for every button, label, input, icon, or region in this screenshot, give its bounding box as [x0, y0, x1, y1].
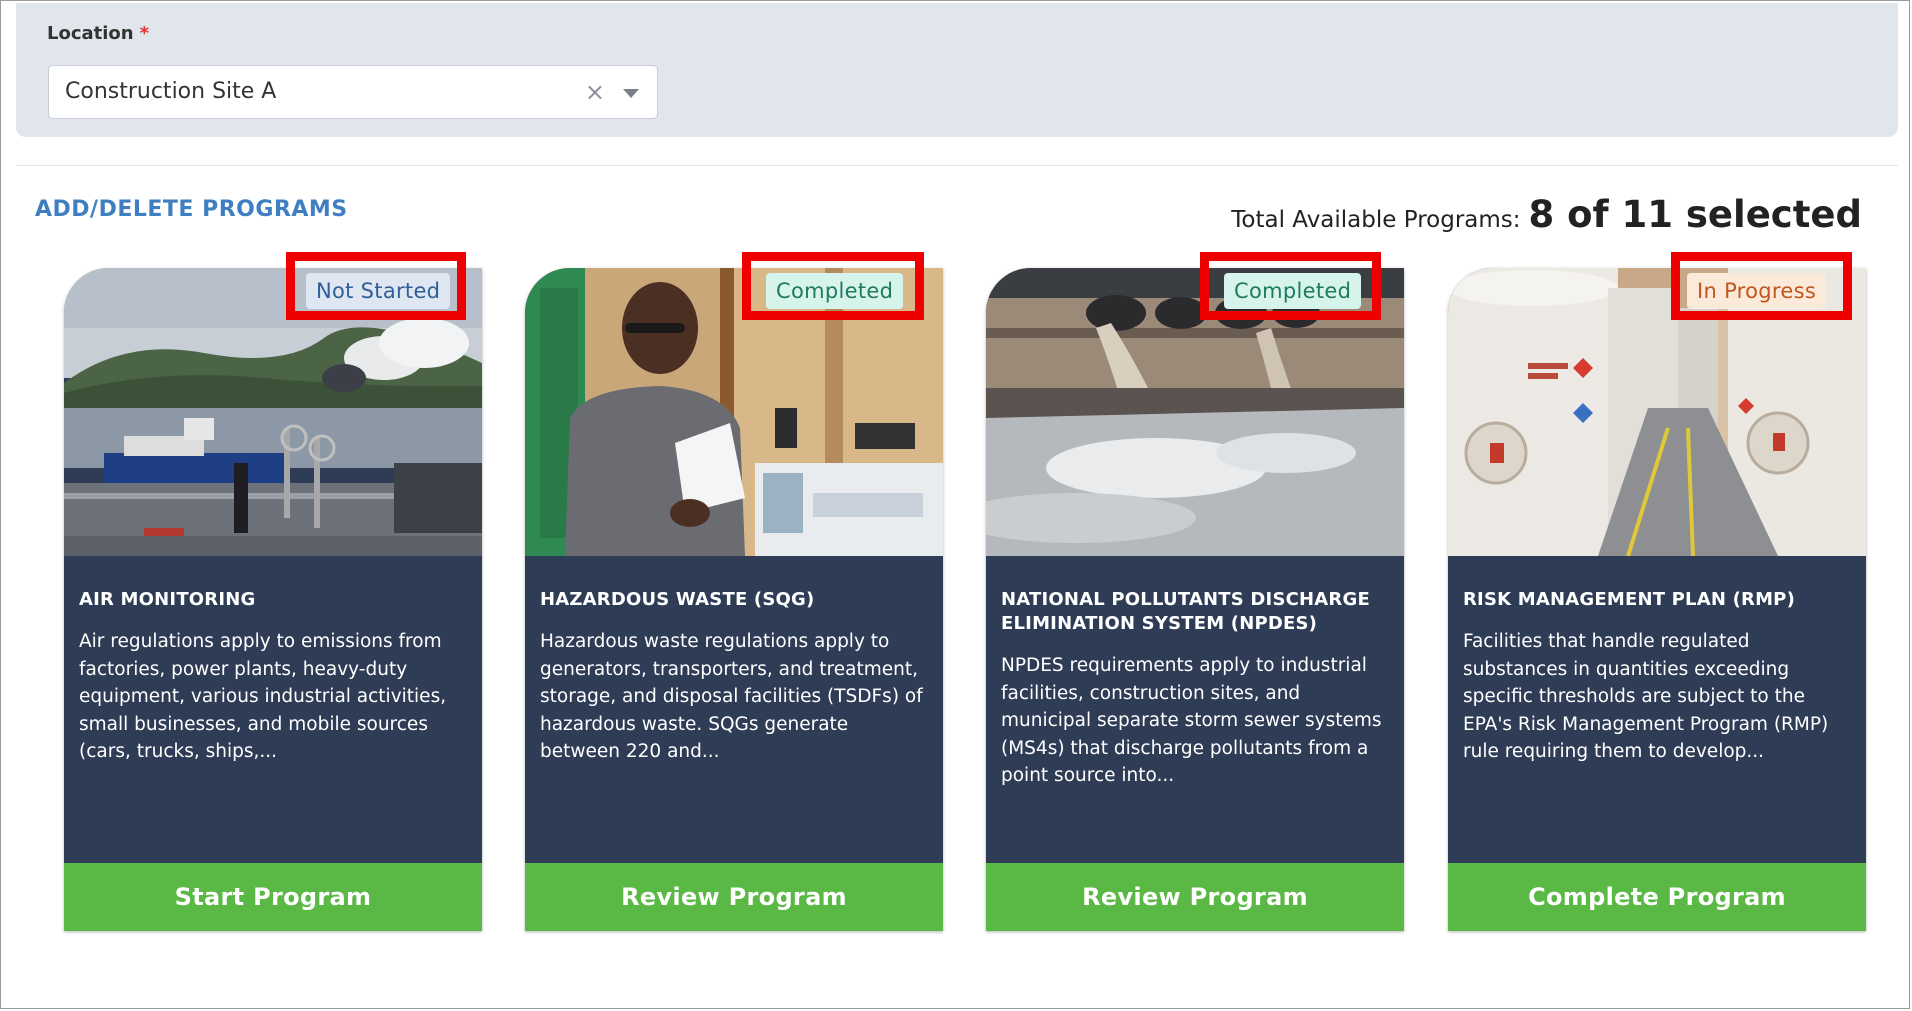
- program-card-risk-management-plan: RISK MANAGEMENT PLAN (RMP) Facilities th…: [1448, 268, 1866, 931]
- status-badge: In Progress: [1687, 273, 1827, 309]
- chemical-storage-tanks-photo: [1448, 268, 1866, 556]
- total-programs-value: 8 of 11 selected: [1528, 193, 1863, 236]
- card-title: HAZARDOUS WASTE (SQG): [540, 589, 815, 610]
- card-body: AIR MONITORING Air regulations apply to …: [79, 588, 468, 766]
- total-programs-label: Total Available Programs:: [1231, 207, 1521, 233]
- card-description: Facilities that handle regulated substan…: [1463, 631, 1829, 762]
- card-title: NATIONAL POLLUTANTS DISCHARGE ELIMINATIO…: [1001, 589, 1370, 634]
- card-body: HAZARDOUS WASTE (SQG) Hazardous waste re…: [540, 588, 929, 766]
- worker-reading-document-photo: [525, 268, 943, 556]
- industrial-port-smokestack-photo: [64, 268, 482, 556]
- chevron-down-icon[interactable]: [623, 89, 639, 98]
- add-delete-programs-link[interactable]: ADD/DELETE PROGRAMS: [35, 197, 348, 222]
- wastewater-outfall-photo: [986, 268, 1404, 556]
- card-description: Air regulations apply to emissions from …: [79, 631, 447, 762]
- status-badge: Completed: [766, 273, 904, 309]
- start-program-button[interactable]: Start Program: [64, 863, 482, 931]
- location-label: Location *: [47, 23, 150, 44]
- clear-icon[interactable]: ×: [585, 78, 605, 106]
- card-title: AIR MONITORING: [79, 589, 256, 610]
- required-mark: *: [139, 23, 150, 44]
- card-description: Hazardous waste regulations apply to gen…: [540, 631, 923, 762]
- complete-program-button[interactable]: Complete Program: [1448, 863, 1866, 931]
- card-title: RISK MANAGEMENT PLAN (RMP): [1463, 589, 1796, 610]
- program-card-npdes: NATIONAL POLLUTANTS DISCHARGE ELIMINATIO…: [986, 268, 1404, 931]
- location-panel: Location * Construction Site A ×: [16, 3, 1898, 137]
- program-card-hazardous-waste: HAZARDOUS WASTE (SQG) Hazardous waste re…: [525, 268, 943, 931]
- total-programs: Total Available Programs: 8 of 11 selecte…: [1231, 193, 1862, 236]
- program-card-air-monitoring: AIR MONITORING Air regulations apply to …: [64, 268, 482, 931]
- review-program-button[interactable]: Review Program: [525, 863, 943, 931]
- card-body: NATIONAL POLLUTANTS DISCHARGE ELIMINATIO…: [1001, 588, 1390, 790]
- review-program-button[interactable]: Review Program: [986, 863, 1404, 931]
- status-badge: Completed: [1224, 273, 1362, 309]
- card-description: NPDES requirements apply to industrial f…: [1001, 655, 1382, 786]
- location-select-value: Construction Site A: [65, 79, 277, 104]
- location-select[interactable]: Construction Site A ×: [48, 65, 658, 119]
- section-divider: [16, 165, 1898, 166]
- card-body: RISK MANAGEMENT PLAN (RMP) Facilities th…: [1463, 588, 1852, 766]
- status-badge: Not Started: [306, 273, 451, 309]
